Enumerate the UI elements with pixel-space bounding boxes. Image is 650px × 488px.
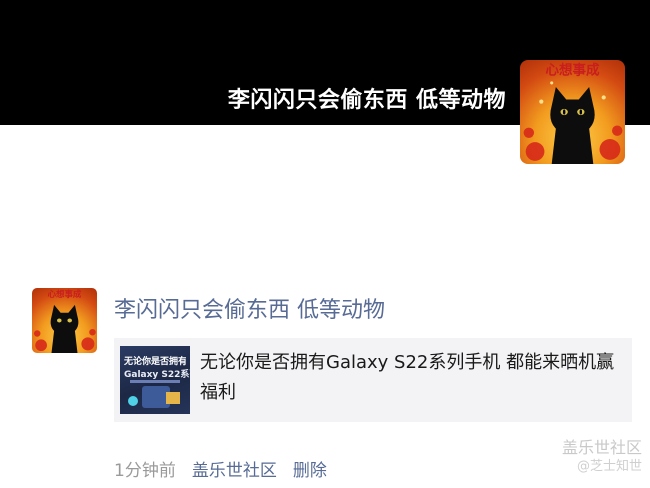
post-meta: 1分钟前 盖乐世社区 删除: [114, 456, 327, 481]
link-thumbnail: 无论你是否拥有 Galaxy S22系列手机: [120, 346, 190, 414]
post-author-name[interactable]: 李闪闪只会偷东西 低等动物: [114, 292, 385, 324]
watermark-line1: 盖乐世社区: [561, 438, 642, 457]
profile-avatar[interactable]: 心想事成: [520, 60, 625, 164]
gift-box-icon: [166, 392, 180, 404]
avatar-caption: 心想事成: [48, 289, 82, 299]
watermark-line2: @芝士知世: [576, 459, 642, 474]
thumbnail-divider: [130, 380, 180, 383]
thumbnail-text-line1: 无论你是否拥有: [124, 357, 186, 367]
post-author-avatar[interactable]: 心想事成: [32, 288, 97, 353]
black-cat-icon: 心想事成: [33, 289, 96, 353]
thumbnail-text-line2: Galaxy S22系列手机: [124, 370, 190, 380]
moments-page: 李闪闪只会偷东西 低等动物 心想事成 心想事成 李闪闪只会偷东西 低等动物 无论…: [0, 0, 650, 488]
link-title: 无论你是否拥有Galaxy S22系列手机 都能来晒机赢福利: [200, 352, 615, 403]
post-timestamp: 1分钟前: [114, 461, 176, 481]
profile-nickname: 李闪闪只会偷东西 低等动物: [227, 88, 506, 113]
watermark: 盖乐世社区 @芝士知世: [562, 438, 642, 476]
coin-icon: [128, 396, 138, 406]
delete-button[interactable]: 删除: [293, 456, 327, 481]
post-source-link[interactable]: 盖乐世社区: [192, 456, 277, 481]
shared-link-card[interactable]: 无论你是否拥有 Galaxy S22系列手机 无论你是否拥有Galaxy S22…: [114, 338, 632, 422]
avatar-caption: 心想事成: [545, 62, 600, 79]
black-cat-icon: 心想事成: [523, 62, 623, 164]
